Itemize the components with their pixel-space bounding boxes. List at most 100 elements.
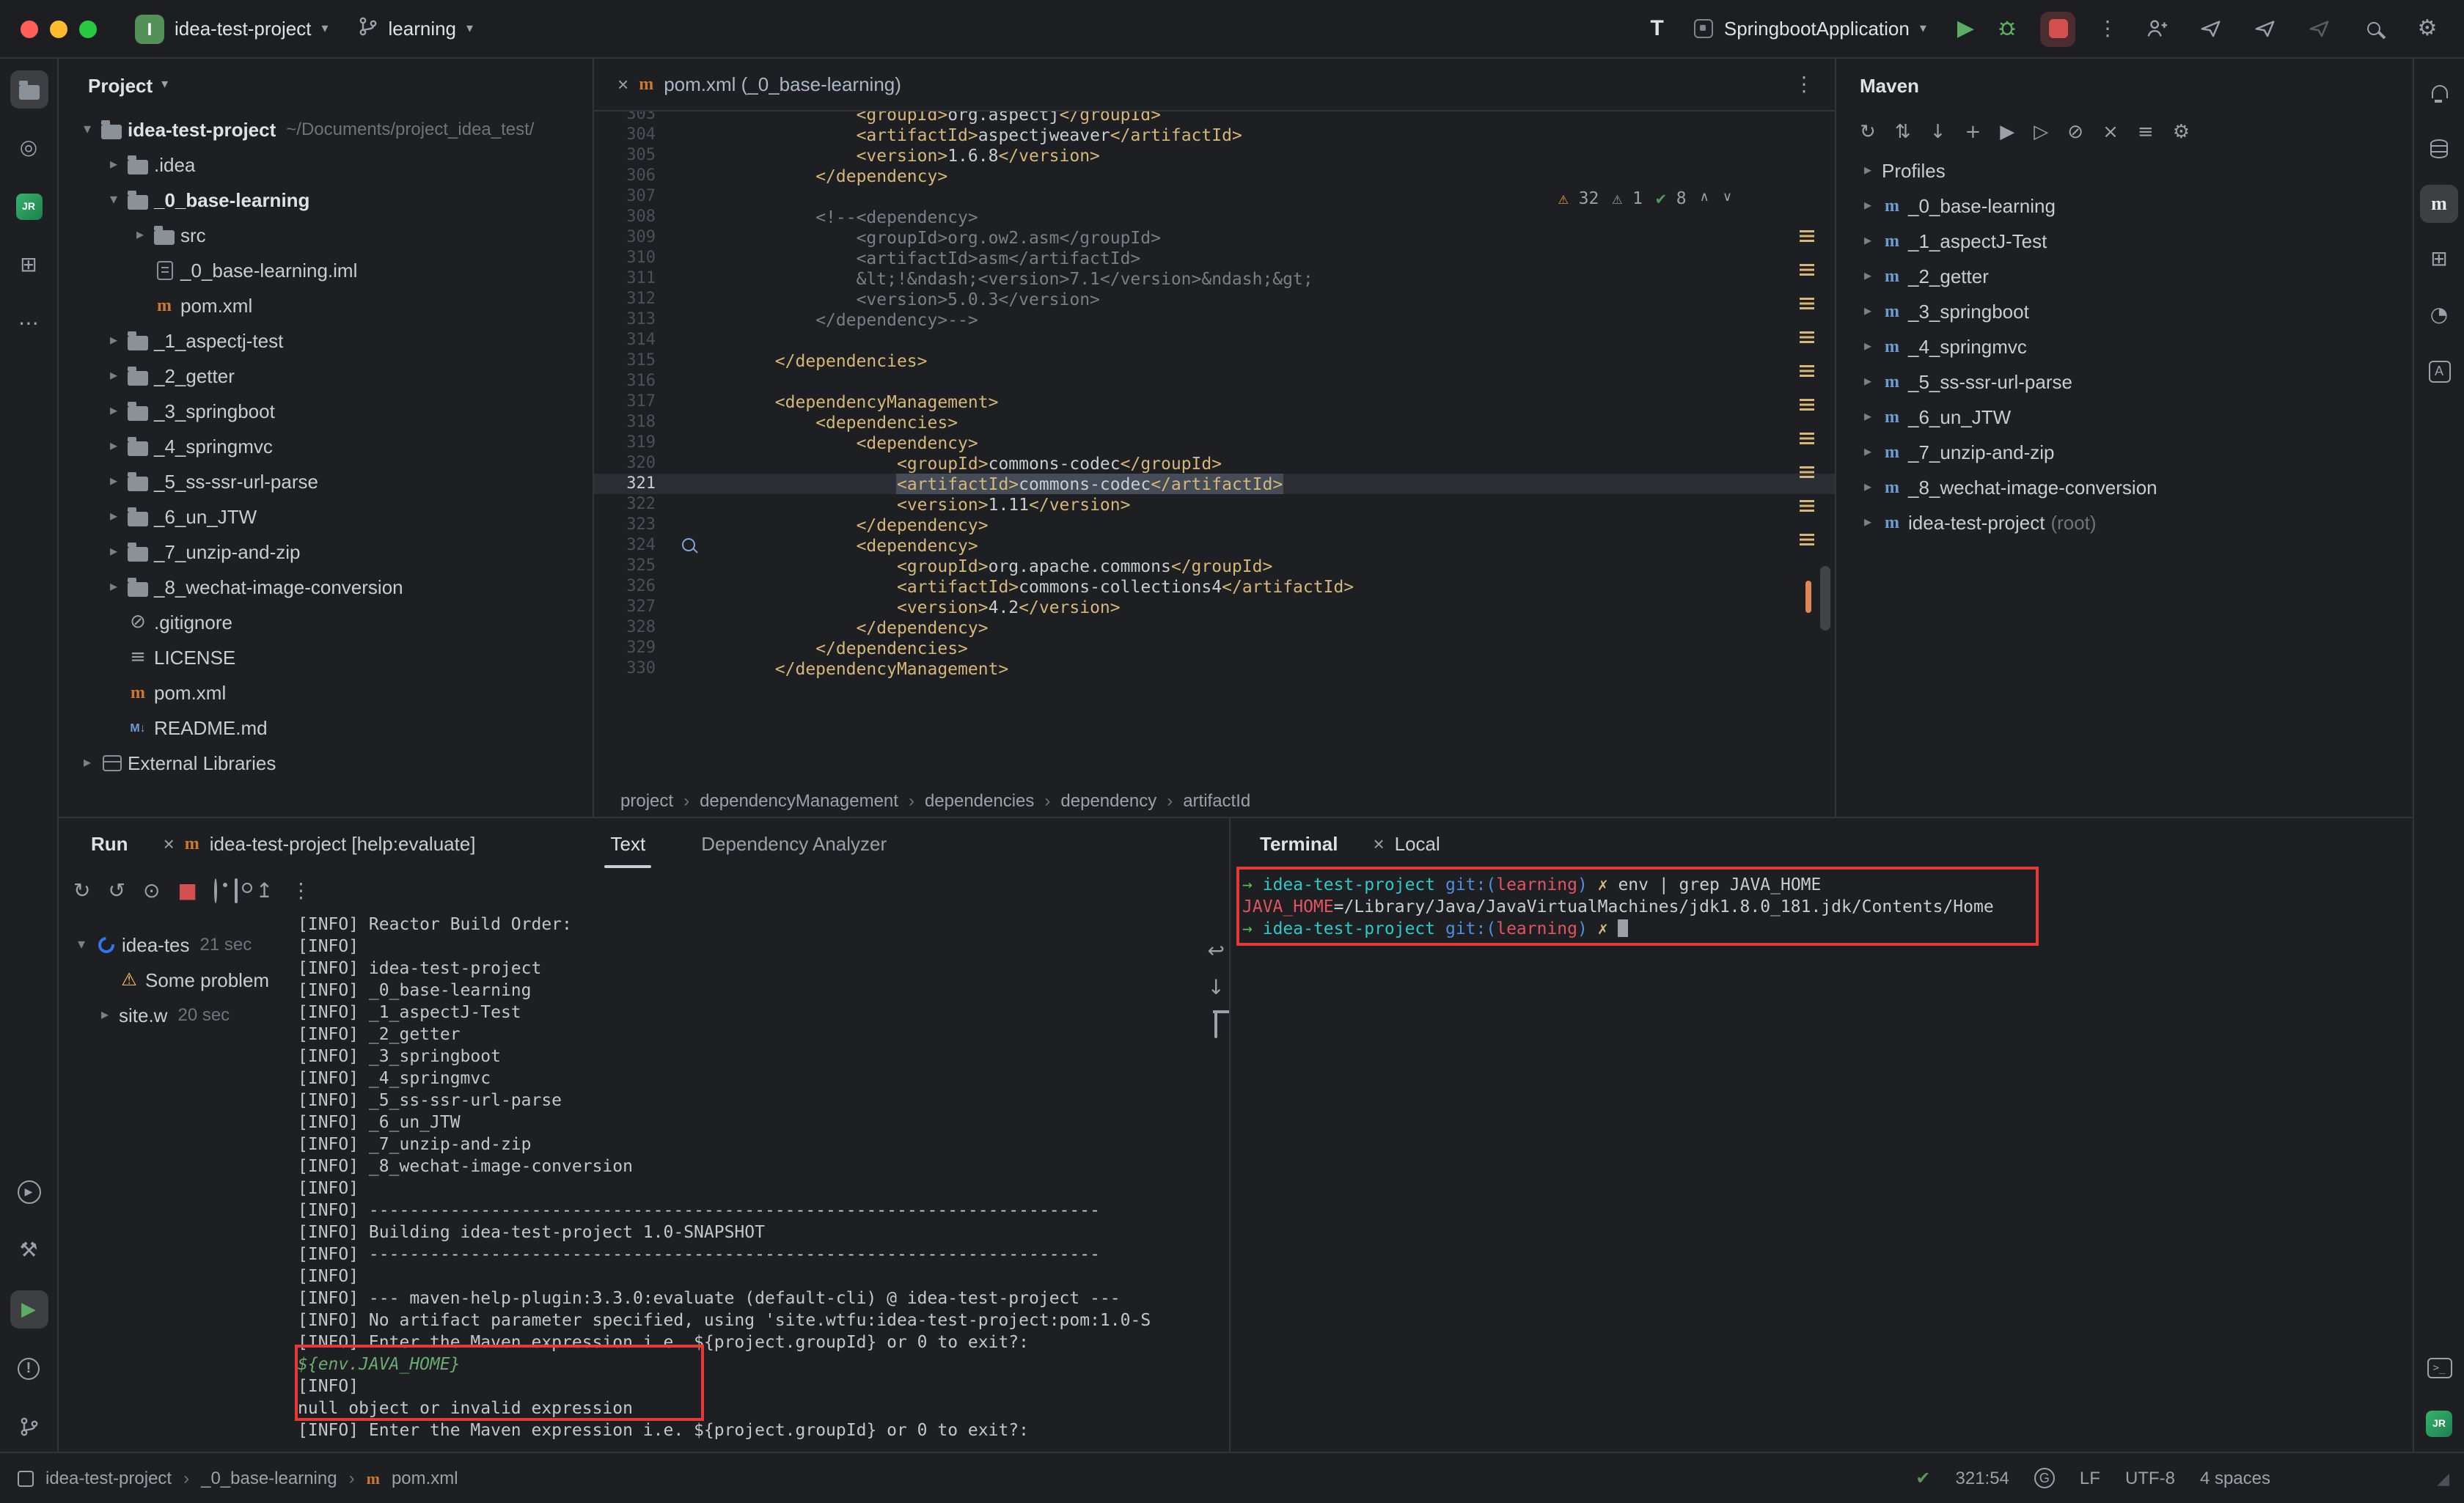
code-line[interactable]: 320 <groupId>commons-codec</groupId> [594,453,1835,474]
chevron-closed-icon[interactable]: ▸ [103,473,125,489]
code-editor[interactable]: 303 <groupId>org.aspectj</groupId>304 <a… [594,111,1835,784]
chevron-closed-icon[interactable]: ▸ [103,508,125,524]
clear-console-icon[interactable] [1214,1015,1217,1037]
project-tree-item[interactable]: M↓README.md [59,710,593,745]
code-line[interactable]: 324 <dependency> [594,535,1835,556]
code-line[interactable]: 311 &lt;!&ndash;<version>7.1</version>&n… [594,268,1835,289]
maven-tree-item[interactable]: ▸m_3_springboot [1836,293,2413,328]
project-tree-item[interactable]: ▸src [59,217,593,252]
close-tab-icon[interactable]: × [164,833,175,855]
maven-settings-icon[interactable]: ⚙ [2173,122,2190,142]
more-icon[interactable]: ⋮ [290,881,311,901]
project-tree-item[interactable]: ⊘.gitignore [59,604,593,639]
prev-problem-icon[interactable]: ∧ [1700,188,1709,208]
code-line[interactable]: 305 <version>1.6.8</version> [594,145,1835,166]
run-tree-item[interactable]: ▾idea-tes21 sec [65,927,293,962]
close-window-button[interactable] [21,20,38,37]
vcs-branch-widget[interactable]: learning ▾ [349,12,483,45]
close-tab-icon[interactable]: × [1373,833,1384,855]
g-badge-icon[interactable]: G [2034,1468,2055,1488]
caret-position[interactable]: 321:54 [1956,1468,2009,1488]
chevron-closed-icon[interactable]: ▸ [1857,162,1879,178]
chevron-closed-icon[interactable]: ▸ [1857,197,1879,213]
project-tree-item[interactable]: ▸_2_getter [59,358,593,393]
gutter-magnifier-icon[interactable] [682,538,695,551]
version-control-tool-icon[interactable] [10,1408,48,1446]
project-tree-item[interactable]: ▾_0_base-learning [59,182,593,217]
code-line[interactable]: 316 [594,371,1835,392]
chevron-closed-icon[interactable]: ▸ [103,403,125,419]
maven-tree-item[interactable]: ▸m_0_base-learning [1836,188,2413,223]
breadcrumb-item[interactable]: project [620,790,673,811]
chevron-closed-icon[interactable]: ▸ [1857,514,1879,530]
commit-tool-icon[interactable]: ◎ [10,129,48,167]
code-line[interactable]: 323 </dependency> [594,515,1835,535]
soft-wrap-icon[interactable]: ↩ [1208,941,1225,962]
suspend-icon[interactable]: ⊙ [143,881,160,901]
chevron-open-icon[interactable]: ▾ [103,191,125,207]
code-line[interactable]: 318 <dependencies> [594,412,1835,433]
code-line[interactable]: 322 <version>1.11</version> [594,494,1835,515]
chevron-closed-icon[interactable]: ▸ [103,332,125,348]
jr-plugin-icon[interactable]: JR [10,188,48,226]
code-line[interactable]: 330 </dependencyManagement> [594,658,1835,679]
breadcrumb-item[interactable]: dependencyManagement [700,790,898,811]
run-tree-item[interactable]: ⚠Some problem [65,962,293,997]
project-widget[interactable]: I idea-test-project ▾ [126,10,337,48]
code-line[interactable]: 326 <artifactId>commons-collections4</ar… [594,576,1835,597]
project-tree-item[interactable]: ▸_3_springboot [59,393,593,428]
code-line[interactable]: 315 </dependencies> [594,350,1835,371]
code-line[interactable]: 314 [594,330,1835,350]
problems-tool-icon[interactable]: ! [10,1349,48,1387]
add-maven-project-icon[interactable]: + [1965,122,1981,142]
maven-tree-item[interactable]: ▸m_1_aspectJ-Test [1836,223,2413,258]
maximize-window-button[interactable] [79,20,97,37]
code-line[interactable]: 328 </dependency> [594,617,1835,638]
project-tree-item[interactable]: mpom.xml [59,675,593,710]
terminal-panel-title[interactable]: Terminal [1260,833,1338,855]
chevron-closed-icon[interactable]: ▸ [103,367,125,383]
code-line[interactable]: 329 </dependencies> [594,638,1835,658]
toolbar-t-icon[interactable]: T [1651,16,1664,41]
profiles-icon[interactable]: ≡ [2138,122,2154,142]
next-problem-icon[interactable]: ∨ [1723,188,1732,208]
project-tree-item[interactable]: ▸.idea [59,147,593,182]
offline-mode-icon[interactable]: ⊘ [2067,122,2083,142]
code-line[interactable]: 321 <artifactId>commons-codec</artifactI… [594,474,1835,494]
settings-icon[interactable]: ⚙ [2411,12,2443,45]
terminal-output[interactable]: → idea-test-project git:(learning) ✗ env… [1242,874,2404,1446]
code-line[interactable]: 304 <artifactId>aspectjweaver</artifactI… [594,125,1835,145]
add-user-icon[interactable] [2140,12,2172,45]
skip-tests-icon[interactable]: × [2102,122,2119,142]
chevron-closed-icon[interactable]: ▸ [129,227,151,243]
run-goal-icon[interactable]: ▶ [2000,122,2014,142]
chevron-open-icon[interactable]: ▾ [76,121,98,137]
chevron-closed-icon[interactable]: ▸ [1857,303,1879,319]
structure-tool-icon[interactable]: ⊞ [10,246,48,284]
project-tree-item[interactable]: mpom.xml [59,287,593,323]
run-configuration-widget[interactable]: SpringbootApplication ▾ [1686,13,1935,44]
stop-button[interactable] [2040,11,2075,46]
maven-tree-item[interactable]: ▸m_8_wechat-image-conversion [1836,469,2413,504]
run-tool-icon[interactable]: ▶ [10,1290,48,1329]
run-console[interactable]: [INFO] Reactor Build Order:[INFO][INFO] … [298,909,1194,1446]
more-tool-windows-icon[interactable]: ⋯ [10,305,48,343]
project-tree-item[interactable]: ≡LICENSE [59,639,593,675]
stop-icon[interactable]: ■ [177,881,197,901]
code-line[interactable]: 313 </dependency>--> [594,309,1835,330]
project-tree-item[interactable]: ▸External Libraries [59,745,593,780]
more-run-options-icon[interactable]: ⋮ [2097,18,2118,39]
green-check-icon[interactable]: ✔ [1915,1469,1930,1487]
chevron-closed-icon[interactable]: ▸ [1857,479,1879,495]
search-icon[interactable] [2357,12,2389,45]
status-breadcrumb-item[interactable]: _0_base-learning [201,1468,337,1488]
run-panel-title[interactable]: Run [91,833,128,855]
preview-icon[interactable] [215,880,218,902]
breadcrumb-item[interactable]: artifactId [1183,790,1250,811]
code-line[interactable]: 306 </dependency> [594,166,1835,186]
chevron-closed-icon[interactable]: ▸ [1857,338,1879,354]
build-tool-icon[interactable]: ⚒ [10,1232,48,1270]
export-icon[interactable]: ↥ [256,881,273,901]
project-tool-icon[interactable] [10,70,48,109]
line-separator-widget[interactable]: LF [2080,1468,2100,1488]
